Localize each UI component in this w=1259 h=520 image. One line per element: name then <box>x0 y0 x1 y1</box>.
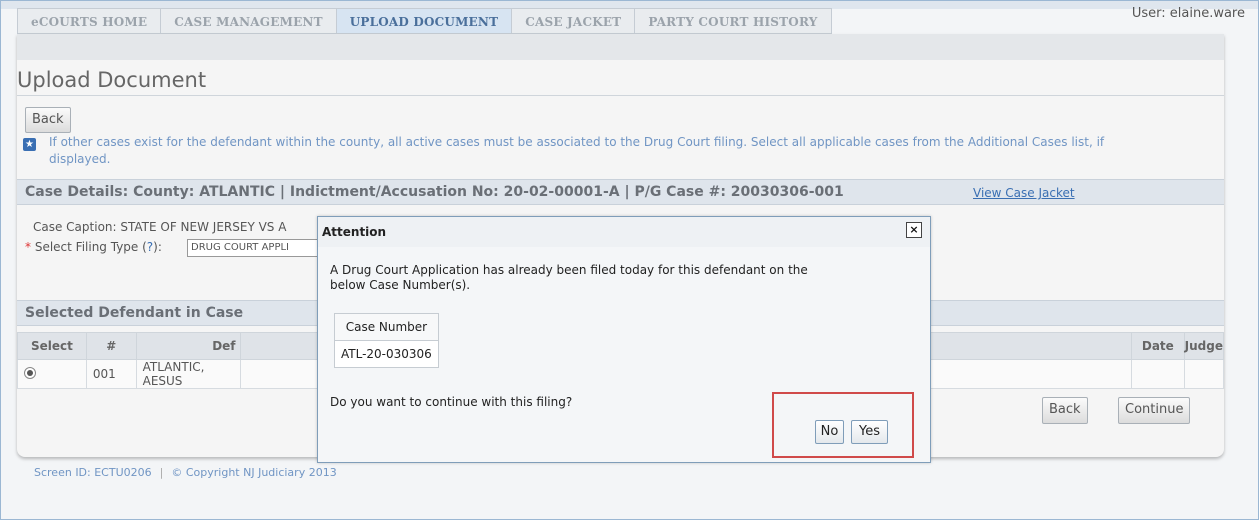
main-tabs: eCOURTS HOME CASE MANAGEMENT UPLOAD DOCU… <box>17 8 832 34</box>
tab-ecourts-home[interactable]: eCOURTS HOME <box>17 8 162 34</box>
case-details-bar: Case Details: County: ATLANTIC | Indictm… <box>17 179 1224 205</box>
select-radio[interactable] <box>24 366 36 379</box>
dialog-titlebar: Attention × <box>318 217 930 247</box>
info-message-line: displayed. <box>49 152 111 166</box>
tab-case-management[interactable]: CASE MANAGEMENT <box>161 8 337 34</box>
back-button[interactable]: Back <box>25 107 71 133</box>
view-case-jacket-link[interactable]: View Case Jacket <box>973 186 1075 200</box>
dialog-question: Do you want to continue with this filing… <box>330 395 573 409</box>
required-marker: * <box>25 240 31 254</box>
close-icon[interactable]: × <box>906 222 922 238</box>
judge-cell <box>1183 359 1225 389</box>
date-cell <box>1131 359 1185 389</box>
defendant-section-title: Selected Defendant in Case <box>25 305 244 321</box>
divider <box>17 95 1224 96</box>
copyright: © Copyright NJ Judiciary 2013 <box>171 466 337 479</box>
dialog-message: A Drug Court Application has already bee… <box>330 263 870 293</box>
page-title: Upload Document <box>17 68 207 92</box>
info-message: If other cases exist for the defendant w… <box>49 134 1219 168</box>
highlight-box <box>772 392 914 458</box>
tab-upload-document[interactable]: UPLOAD DOCUMENT <box>336 8 513 34</box>
user-info: User: elaine.ware <box>1131 6 1245 21</box>
continue-button[interactable]: Continue <box>1118 397 1191 424</box>
case-number-table: Case Number ATL-20-030306 <box>334 313 439 368</box>
filing-type-label: * Select Filing Type (?): <box>25 240 162 254</box>
number-cell: 001 <box>85 359 137 389</box>
col-judge: Judge <box>1183 332 1225 360</box>
info-message-line: If other cases exist for the defendant w… <box>49 135 1105 149</box>
filing-type-text: Select Filing Type ( <box>34 240 147 254</box>
screen-id: Screen ID: ECTU0206 <box>34 466 152 479</box>
filing-type-select[interactable]: DRUG COURT APPLI <box>187 239 318 257</box>
back-button-bottom[interactable]: Back <box>1042 397 1088 424</box>
footer-separator: | <box>159 466 164 479</box>
case-caption: Case Caption: STATE OF NEW JERSEY VS A <box>33 220 287 234</box>
footer: Screen ID: ECTU0206 | © Copyright NJ Judic… <box>34 466 337 479</box>
case-details-title: Case Details: County: ATLANTIC | Indictm… <box>25 184 844 200</box>
tab-party-court-history[interactable]: PARTY COURT HISTORY <box>635 8 832 34</box>
dialog-message-line: below Case Number(s). <box>330 278 471 292</box>
case-number-cell: ATL-20-030306 <box>334 340 439 368</box>
case-number-header: Case Number <box>334 313 439 341</box>
dialog-message-line: A Drug Court Application has already bee… <box>330 263 808 277</box>
info-icon: ★ <box>23 138 36 151</box>
filing-type-text-end: ): <box>153 240 162 254</box>
defendant-name-cell: ATLANTIC, AESUS <box>135 359 241 389</box>
col-date: Date <box>1131 332 1185 360</box>
dialog-title: Attention <box>322 225 387 239</box>
select-cell[interactable] <box>17 359 87 389</box>
col-select: Select <box>17 332 87 360</box>
col-number: # <box>85 332 137 360</box>
col-defendant: Def <box>135 332 241 360</box>
tab-case-jacket[interactable]: CASE JACKET <box>512 8 636 34</box>
panel-header-bar <box>17 34 1224 60</box>
